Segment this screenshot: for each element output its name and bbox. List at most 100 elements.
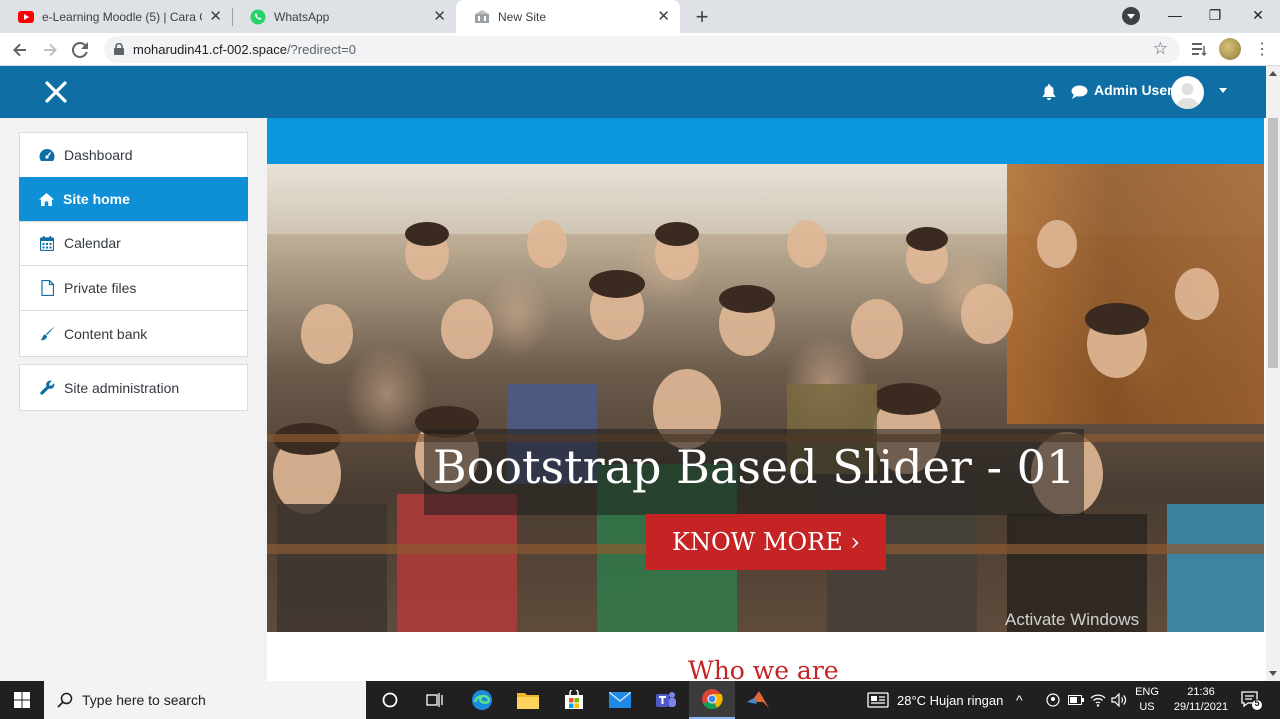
- mail-app[interactable]: [597, 681, 643, 719]
- activate-windows-title: Activate Windows: [1005, 610, 1140, 629]
- windows-logo-icon: [14, 692, 30, 708]
- volume-icon[interactable]: [1111, 681, 1127, 719]
- calendar-icon: [39, 235, 55, 251]
- scroll-thumb[interactable]: [1268, 118, 1278, 368]
- mail-icon: [609, 692, 631, 708]
- address-bar[interactable]: moharudin41.cf-002.space/?redirect=0 ☆: [104, 36, 1180, 63]
- profile-avatar[interactable]: [1219, 38, 1241, 60]
- reload-button[interactable]: [68, 38, 92, 62]
- store-app[interactable]: [551, 681, 597, 719]
- tab-title: e-Learning Moodle (5) | Cara Gan: [42, 9, 202, 24]
- nav-item-label: Dashboard: [64, 147, 133, 163]
- nav-item-content-bank[interactable]: Content bank: [20, 311, 247, 356]
- weather-news-icon: [867, 692, 889, 708]
- nav-item-dashboard[interactable]: Dashboard: [20, 133, 247, 178]
- nav-group-main: Dashboard Site home Calendar Private fil…: [19, 132, 248, 357]
- chrome-menu-icon[interactable]: ⋮: [1252, 39, 1272, 59]
- notification-center-button[interactable]: 5: [1240, 689, 1262, 711]
- tab-title: WhatsApp: [274, 9, 330, 24]
- chrome-app[interactable]: [689, 681, 735, 719]
- close-tab-icon[interactable]: ✕: [657, 9, 670, 24]
- dashboard-icon: [39, 147, 55, 163]
- minimize-button[interactable]: —: [1155, 0, 1195, 30]
- image-slider[interactable]: Bootstrap Based Slider - 01 KNOW MORE ›: [267, 164, 1264, 632]
- scroll-down-arrow-icon[interactable]: [1269, 671, 1277, 676]
- file-explorer-app[interactable]: [505, 681, 551, 719]
- browser-toolbar: moharudin41.cf-002.space/?redirect=0 ☆ ⋮: [0, 33, 1280, 66]
- nav-item-label: Site administration: [64, 379, 180, 396]
- nav-item-private-files[interactable]: Private files: [20, 266, 247, 311]
- search-icon: [57, 692, 73, 708]
- user-menu-caret-icon[interactable]: [1219, 88, 1227, 93]
- task-view-icon: [426, 693, 443, 707]
- close-tab-icon[interactable]: ✕: [209, 9, 222, 24]
- cortana-button[interactable]: [367, 681, 413, 719]
- chat-icon[interactable]: [1071, 85, 1088, 99]
- tab-youtube[interactable]: e-Learning Moodle (5) | Cara Gan ✕: [0, 0, 233, 33]
- cortana-icon: [382, 692, 398, 708]
- battery-icon[interactable]: [1068, 681, 1084, 719]
- nav-item-label: Calendar: [64, 235, 121, 251]
- home-icon: [38, 191, 54, 207]
- input-language[interactable]: ENG US: [1133, 685, 1161, 715]
- wifi-icon[interactable]: [1090, 681, 1106, 719]
- user-silhouette-icon: [1176, 83, 1199, 109]
- moodle-icon: [474, 9, 490, 25]
- tray-chevron-icon[interactable]: ^: [1016, 681, 1023, 719]
- taskbar-clock[interactable]: 21:36 29/11/2021: [1166, 685, 1236, 715]
- tab-search-icon[interactable]: [1122, 7, 1140, 25]
- scroll-up-arrow-icon[interactable]: [1269, 71, 1277, 76]
- forward-arrow-icon: [44, 43, 57, 57]
- clock-date: 29/11/2021: [1173, 701, 1229, 713]
- url-text: moharudin41.cf-002.space/?redirect=0: [133, 42, 356, 57]
- tab-whatsapp[interactable]: WhatsApp ✕: [232, 0, 456, 33]
- weather-widget[interactable]: 28°C Hujan ringan: [867, 681, 1003, 719]
- back-arrow-icon: [13, 43, 26, 57]
- lock-icon: [114, 43, 124, 55]
- nav-item-calendar[interactable]: Calendar: [20, 221, 247, 266]
- matlab-app[interactable]: [735, 681, 781, 719]
- taskbar-search[interactable]: Type here to search: [44, 681, 366, 719]
- nav-item-site-administration[interactable]: Site administration: [20, 365, 247, 410]
- know-more-button[interactable]: KNOW MORE ›: [646, 514, 886, 570]
- tab-new-site[interactable]: New Site ✕: [456, 0, 680, 33]
- reading-list-icon[interactable]: [1190, 39, 1210, 59]
- matlab-icon: [747, 691, 769, 708]
- url-host: moharudin41.cf-002.space: [133, 42, 287, 57]
- store-icon: [565, 690, 583, 709]
- page-header-band: [267, 118, 1264, 164]
- start-button[interactable]: [0, 681, 44, 719]
- language-code: ENG: [1135, 686, 1159, 698]
- back-button[interactable]: [8, 38, 32, 62]
- nav-drawer: Dashboard Site home Calendar Private fil…: [0, 118, 267, 681]
- teams-app[interactable]: [643, 681, 689, 719]
- file-icon: [39, 280, 55, 296]
- page-scrollbar[interactable]: [1266, 66, 1280, 681]
- windows-taskbar: Type here to search 28°C Hujan ringan ^: [0, 681, 1280, 719]
- notification-count: 5: [1254, 698, 1260, 708]
- nav-item-label: Site home: [63, 191, 130, 207]
- url-path: /?redirect=0: [286, 42, 356, 57]
- user-avatar[interactable]: [1171, 76, 1204, 109]
- whatsapp-icon: [250, 9, 266, 25]
- moodle-navbar: Admin User: [0, 66, 1266, 118]
- search-placeholder: Type here to search: [82, 692, 206, 708]
- edge-app[interactable]: [459, 681, 505, 719]
- bell-icon[interactable]: [1042, 84, 1056, 100]
- teams-icon: [656, 692, 676, 707]
- user-name[interactable]: Admin User: [1094, 82, 1173, 98]
- maximize-button[interactable]: ❐: [1195, 0, 1235, 30]
- clock-time: 21:36: [1187, 686, 1215, 698]
- bookmark-star-icon[interactable]: ☆: [1153, 39, 1168, 59]
- task-view-button[interactable]: [412, 681, 458, 719]
- close-drawer-icon[interactable]: [42, 78, 70, 106]
- browser-tab-strip: e-Learning Moodle (5) | Cara Gan ✕ Whats…: [0, 0, 1280, 33]
- meet-now-icon[interactable]: [1046, 681, 1060, 719]
- nav-item-label: Content bank: [64, 325, 148, 342]
- folder-icon: [517, 693, 539, 709]
- nav-item-site-home[interactable]: Site home: [19, 177, 248, 222]
- close-tab-icon[interactable]: ✕: [433, 9, 446, 24]
- new-tab-button[interactable]: +: [690, 4, 714, 30]
- forward-button[interactable]: [38, 38, 62, 62]
- close-window-button[interactable]: ✕: [1238, 0, 1278, 30]
